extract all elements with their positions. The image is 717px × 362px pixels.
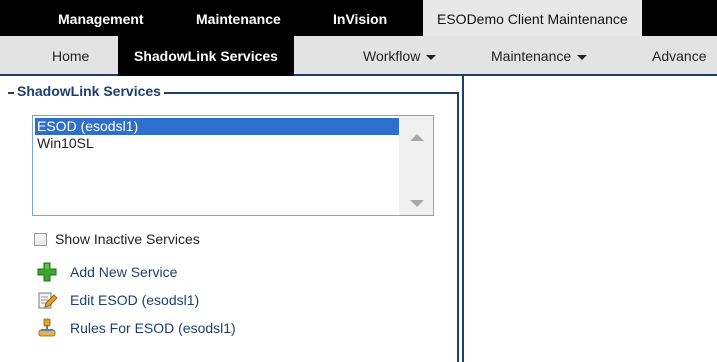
- service-option-win10sl[interactable]: Win10SL: [35, 135, 399, 152]
- topnav-item-invision[interactable]: InVision: [333, 0, 387, 36]
- top-nav: Management Maintenance InVision ESODemo …: [0, 0, 717, 36]
- sub-nav: Home ShadowLink Services Workflow Mainte…: [0, 36, 717, 76]
- panel-legend: ShadowLink Services: [14, 83, 164, 99]
- rules-icon: [38, 318, 56, 337]
- edit-icon: [38, 292, 57, 309]
- caret-down-icon: [426, 54, 437, 60]
- show-inactive-label: Show Inactive Services: [55, 231, 200, 247]
- topnav-item-maintenance[interactable]: Maintenance: [196, 0, 281, 36]
- shadowlink-services-panel: ShadowLink Services ESOD (esodsl1) Win10…: [0, 76, 464, 362]
- edit-service-label: Edit ESOD (esodsl1): [70, 292, 200, 308]
- add-new-service-label: Add New Service: [70, 264, 178, 280]
- topnav-item-management[interactable]: Management: [58, 0, 144, 36]
- services-listbox[interactable]: ESOD (esodsl1) Win10SL: [32, 115, 434, 216]
- subnav-maintenance-label: Maintenance: [491, 48, 572, 64]
- plus-icon: [37, 262, 57, 282]
- caret-down-icon: [577, 54, 588, 60]
- subnav-item-home[interactable]: Home: [52, 36, 89, 76]
- service-option-esod[interactable]: ESOD (esodsl1): [35, 118, 399, 135]
- subnav-item-maintenance[interactable]: Maintenance: [491, 36, 588, 76]
- rules-for-service-label: Rules For ESOD (esodsl1): [70, 320, 236, 336]
- subnav-item-shadowlink-services[interactable]: ShadowLink Services: [118, 36, 294, 76]
- chevron-down-icon[interactable]: [410, 200, 424, 207]
- listbox-scrollbar[interactable]: [399, 116, 433, 215]
- subnav-item-workflow[interactable]: Workflow: [363, 36, 437, 76]
- subnav-item-advanced[interactable]: Advance: [652, 36, 706, 76]
- topnav-item-esodemo-client-maintenance[interactable]: ESODemo Client Maintenance: [423, 0, 642, 36]
- chevron-up-icon[interactable]: [410, 134, 424, 141]
- subnav-workflow-label: Workflow: [363, 48, 421, 64]
- show-inactive-checkbox[interactable]: [34, 233, 47, 246]
